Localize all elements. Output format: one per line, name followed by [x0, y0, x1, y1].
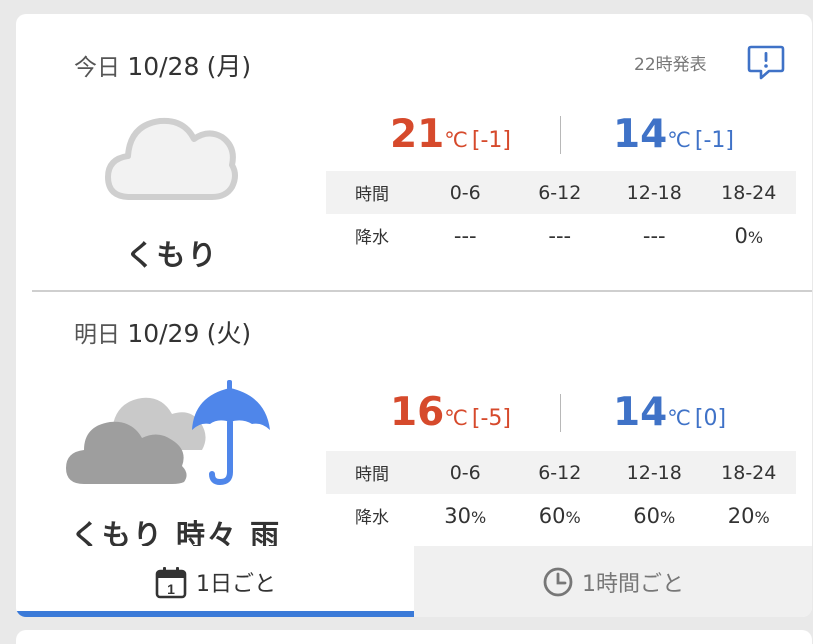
- precipitation-table: 時間 0-6 6-12 12-18 18-24 降水 30% 60% 60% 2…: [326, 451, 796, 537]
- low-temp: 14℃ [-1]: [613, 112, 734, 157]
- active-tab-indicator: [16, 611, 414, 617]
- svg-text:1: 1: [167, 581, 175, 597]
- precip-value: ---: [642, 223, 666, 248]
- weather-condition: くもり: [125, 238, 219, 272]
- next-card: [16, 630, 812, 644]
- calendar-icon: 1: [155, 566, 187, 598]
- table-header-row: 時間 0-6 6-12 12-18 18-24: [326, 451, 796, 494]
- time-header: 時間: [355, 185, 389, 205]
- precip-value: 20%: [727, 503, 770, 528]
- precip-value: ---: [548, 223, 572, 248]
- period-header: 12-18: [626, 461, 682, 484]
- cloud-rain-umbrella-icon: [66, 380, 270, 486]
- precip-label: 降水: [355, 228, 389, 248]
- date-label: 明日 10/29 (火): [74, 319, 252, 348]
- temperature-row: 21℃ [-1] 14℃ [-1]: [326, 112, 796, 162]
- cloud-icon: [105, 117, 238, 200]
- high-temp: 16℃ [-5]: [390, 390, 511, 435]
- table-header-row: 時間 0-6 6-12 12-18 18-24: [326, 171, 796, 214]
- date-label: 今日 10/28 (月): [74, 52, 252, 81]
- period-header: 12-18: [626, 181, 682, 204]
- day-today: 今日 10/28 (月) 22時発表 くもり 21℃ [-1] 14℃ [-1] 時…: [16, 14, 812, 290]
- period-header: 0-6: [449, 461, 481, 484]
- tab-label: 1日ごと: [196, 571, 276, 597]
- period-header: 0-6: [449, 181, 481, 204]
- period-header: 6-12: [538, 461, 582, 484]
- precip-value: 30%: [444, 503, 487, 528]
- table-row: 降水 30% 60% 60% 20%: [326, 494, 796, 537]
- precip-value: 60%: [538, 503, 581, 528]
- table-row: 降水 --- --- --- 0%: [326, 214, 796, 257]
- tab-label: 1時間ごと: [582, 571, 684, 597]
- temperature-row: 16℃ [-5] 14℃ [0]: [326, 390, 796, 440]
- temp-divider: [560, 394, 561, 432]
- low-temp: 14℃ [0]: [613, 390, 727, 435]
- high-temp: 21℃ [-1]: [390, 112, 511, 157]
- precip-label: 降水: [355, 508, 389, 528]
- period-header: 18-24: [721, 461, 777, 484]
- feedback-icon[interactable]: [747, 44, 785, 80]
- view-tabs: 1 1日ごと 1時間ごと: [16, 546, 812, 617]
- tab-hourly[interactable]: 1時間ごと: [414, 546, 812, 617]
- clock-icon: [543, 567, 573, 596]
- time-header: 時間: [355, 465, 389, 485]
- tab-daily[interactable]: 1 1日ごと: [16, 546, 414, 617]
- period-header: 6-12: [538, 181, 582, 204]
- period-header: 18-24: [721, 181, 777, 204]
- temp-divider: [560, 116, 561, 154]
- precip-value: 60%: [633, 503, 676, 528]
- day-tomorrow: 明日 10/29 (火) くもり 時々 雨 16℃ [-5] 14℃ [0] 時間 …: [16, 291, 812, 561]
- announcement-time: 22時発表: [634, 55, 707, 75]
- forecast-card: 今日 10/28 (月) 22時発表 くもり 21℃ [-1] 14℃ [-1] 時…: [16, 14, 812, 617]
- precip-value: 0%: [734, 223, 764, 248]
- precipitation-table: 時間 0-6 6-12 12-18 18-24 降水 --- --- --- 0…: [326, 171, 796, 257]
- precip-value: ---: [453, 223, 477, 248]
